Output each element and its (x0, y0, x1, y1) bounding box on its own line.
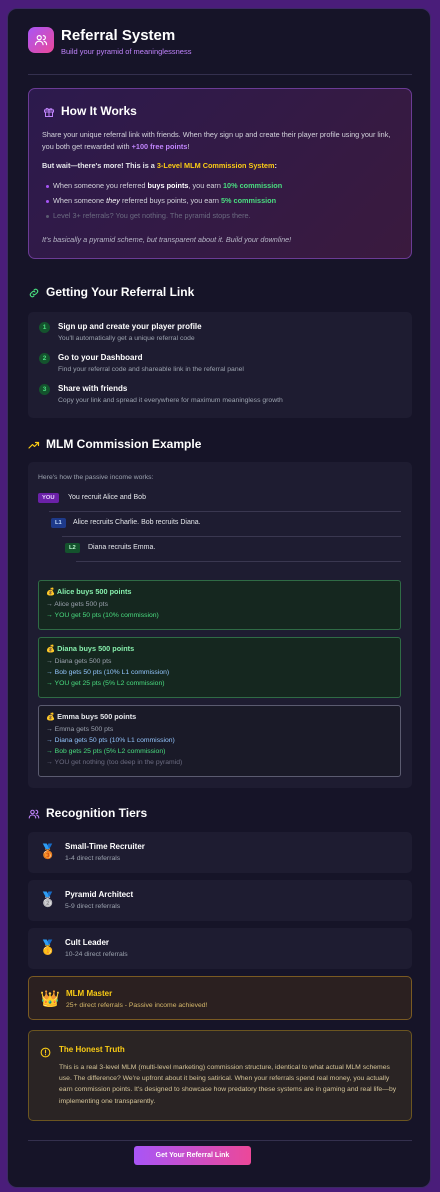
level-tag-you: YOU (38, 493, 59, 503)
step-number: 3 (39, 384, 50, 395)
getting-link-title: Getting Your Referral Link (46, 285, 195, 299)
example-line: → Alice gets 500 pts (46, 601, 108, 608)
commission-example-box: 💰 Diana buys 500 points → Diana gets 500… (38, 637, 401, 698)
mlm-example-card: Here's how the passive income works: YOU… (28, 462, 412, 788)
example-line: → Diana gets 50 pts (10% L1 commission) (46, 737, 175, 744)
example-line: → YOU get nothing (too deep in the pyram… (46, 759, 183, 766)
tier-name: Cult Leader (65, 938, 110, 947)
tier-silver: 🥈 Pyramid Architect 5-9 direct referrals (28, 880, 412, 921)
gold-medal-icon: 🥇 (39, 939, 57, 955)
step-title: Go to your Dashboard (58, 353, 143, 362)
step-desc: You'll automatically get a unique referr… (58, 335, 195, 342)
example-title: 💰 Emma buys 500 points (46, 712, 137, 721)
how-it-works-card: How It Works Share your unique referral … (28, 88, 412, 259)
example-line: → Emma gets 500 pts (46, 726, 114, 733)
bullet-level2: When someone they referred buys points, … (45, 196, 277, 205)
mlm-system-line: But wait—there's more! This is a 3-Level… (42, 161, 277, 170)
step-desc: Copy your link and spread it everywhere … (58, 397, 283, 404)
how-it-works-title: How It Works (61, 104, 137, 118)
level-tag-l2: L2 (65, 543, 80, 553)
page-title: Referral System (61, 27, 176, 44)
example-title: 💰 Diana buys 500 points (46, 644, 135, 653)
step-number: 2 (39, 353, 50, 364)
tier-mlm-master: 👑 MLM Master 25+ direct referrals - Pass… (28, 976, 412, 1020)
divider (76, 561, 401, 562)
commission-example-box: 💰 Emma buys 500 points → Emma gets 500 p… (38, 705, 401, 777)
divider (62, 536, 401, 537)
crown-icon: 👑 (40, 991, 60, 1008)
how-it-works-footer: It's basically a pyramid scheme, but tra… (42, 235, 292, 244)
honest-truth-title: The Honest Truth (59, 1045, 125, 1054)
users-icon (28, 807, 40, 825)
tier-desc: 10-24 direct referrals (65, 951, 128, 958)
tier-desc: 5-9 direct referrals (65, 903, 121, 910)
bronze-medal-icon: 🥉 (39, 843, 57, 859)
bullet-level1: When someone you referred buys points, y… (45, 181, 283, 190)
divider (28, 74, 412, 75)
example-line: → YOU get 25 pts (5% L2 commission) (46, 680, 165, 687)
page-header: Referral System Build your pyramid of me… (28, 27, 412, 57)
how-it-works-intro: Share your unique referral link with fri… (42, 130, 391, 151)
tier-name: Pyramid Architect (65, 890, 134, 899)
bullet-level3: Level 3+ referrals? You get nothing. The… (46, 211, 251, 220)
step-title: Sign up and create your player profile (58, 322, 202, 331)
tier-name: MLM Master (66, 989, 113, 998)
trending-up-icon (28, 438, 40, 456)
tree-text: Diana recruits Emma. (88, 544, 156, 551)
steps-card: 1 Sign up and create your player profile… (28, 312, 412, 418)
link-icon (28, 286, 40, 304)
commission-example-box: 💰 Alice buys 500 points → Alice gets 500… (38, 580, 401, 630)
tier-bronze: 🥉 Small-Time Recruiter 1-4 direct referr… (28, 832, 412, 873)
example-line: → YOU get 50 pts (10% commission) (46, 612, 159, 619)
divider (49, 511, 401, 512)
step-number: 1 (39, 322, 50, 333)
example-line: → Bob gets 25 pts (5% L2 commission) (46, 748, 166, 755)
page-subtitle: Build your pyramid of meaninglessness (61, 47, 192, 56)
example-line: → Bob gets 50 pts (10% L1 commission) (46, 669, 170, 676)
divider (28, 1140, 412, 1141)
tree-text: Alice recruits Charlie. Bob recruits Dia… (73, 519, 201, 526)
tree-text: You recruit Alice and Bob (68, 494, 146, 501)
silver-medal-icon: 🥈 (39, 891, 57, 907)
gift-icon (43, 105, 55, 123)
tier-gold: 🥇 Cult Leader 10-24 direct referrals (28, 928, 412, 969)
example-line: → Diana gets 500 pts (46, 658, 112, 665)
mlm-intro: Here's how the passive income works: (38, 474, 154, 481)
referral-panel: Referral System Build your pyramid of me… (7, 8, 431, 1188)
tiers-title: Recognition Tiers (46, 806, 148, 820)
step-desc: Find your referral code and shareable li… (58, 366, 244, 373)
alert-circle-icon (40, 1045, 51, 1063)
get-referral-link-button[interactable]: Get Your Referral Link (134, 1146, 251, 1165)
tier-desc: 25+ direct referrals - Passive income ac… (66, 1002, 208, 1009)
step-title: Share with friends (58, 384, 128, 393)
honest-truth-body: This is a real 3-level MLM (multi-level … (59, 1064, 397, 1105)
tier-desc: 1-4 direct referrals (65, 855, 121, 862)
example-title: 💰 Alice buys 500 points (46, 587, 132, 596)
tier-name: Small-Time Recruiter (65, 842, 145, 851)
mlm-example-title: MLM Commission Example (46, 437, 202, 451)
users-icon (28, 27, 54, 53)
honest-truth-card: The Honest Truth This is a real 3-level … (28, 1030, 412, 1121)
level-tag-l1: L1 (51, 518, 66, 528)
